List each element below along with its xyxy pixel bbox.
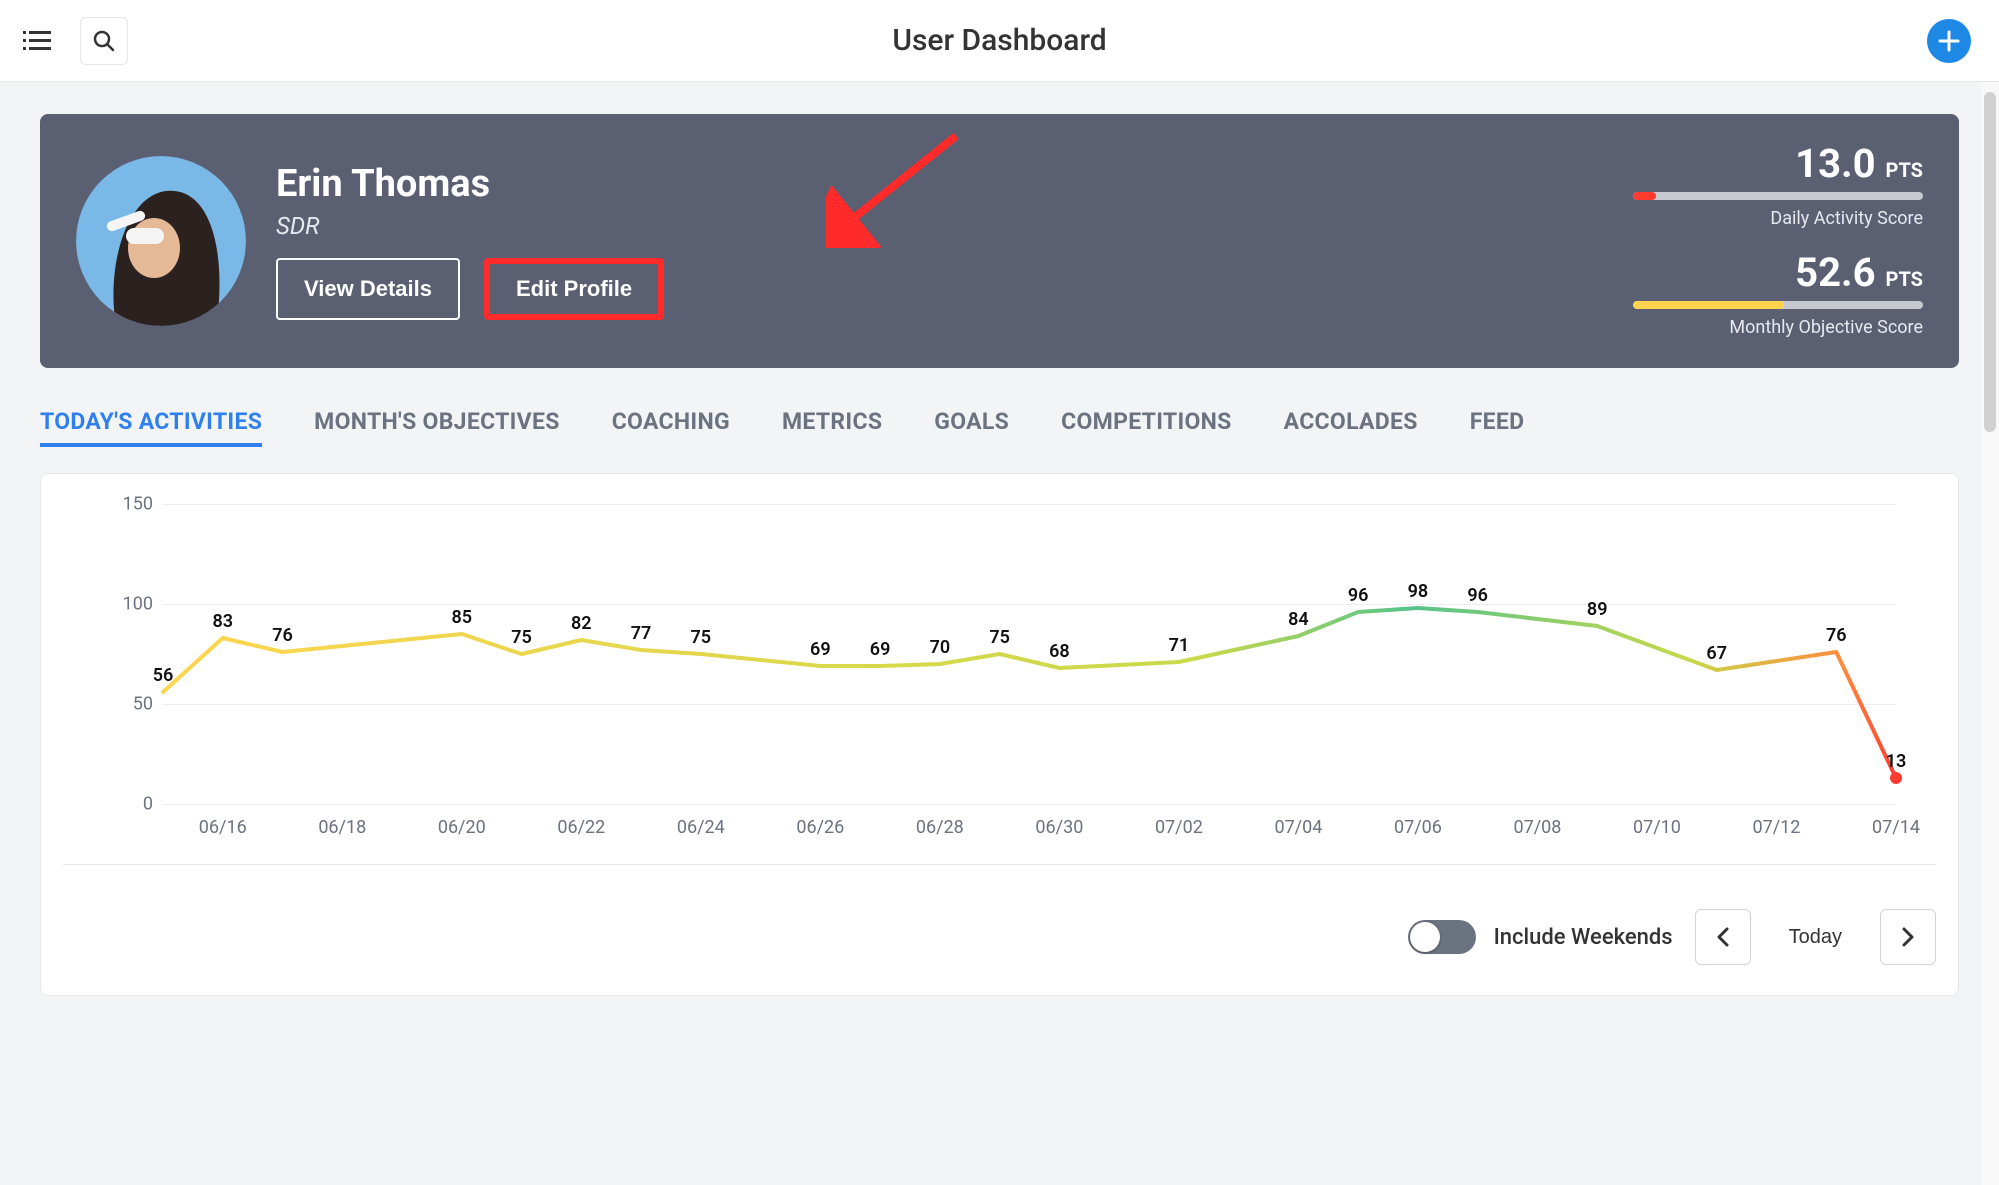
monthly-score-label: Monthly Objective Score — [1633, 317, 1923, 338]
daily-score-unit: PTS — [1886, 158, 1923, 182]
search-button[interactable] — [80, 17, 128, 65]
data-point-label: 96 — [1467, 585, 1488, 606]
tab-coaching[interactable]: COACHING — [612, 408, 730, 447]
include-weekends-label: Include Weekends — [1494, 925, 1673, 950]
data-point-label: 76 — [1826, 625, 1847, 646]
data-point-label: 56 — [153, 665, 174, 686]
tab-accolades[interactable]: ACCOLADES — [1284, 408, 1418, 447]
data-point-label: 82 — [571, 613, 592, 634]
data-point-label: 69 — [810, 639, 831, 660]
y-tick-label: 100 — [113, 594, 153, 615]
score-panel: 13.0 PTS Daily Activity Score 52.6 PTS M… — [1633, 144, 1923, 338]
data-point-label: 89 — [1587, 599, 1608, 620]
tab-goals[interactable]: GOALS — [934, 408, 1009, 447]
monthly-score: 52.6 PTS Monthly Objective Score — [1633, 253, 1923, 338]
search-icon — [93, 30, 115, 52]
tab-competitions[interactable]: COMPETITIONS — [1061, 408, 1232, 447]
activity-chart: 05010015006/1606/1806/2006/2206/2406/260… — [63, 504, 1936, 834]
y-tick-label: 50 — [113, 694, 153, 715]
data-point-label: 76 — [272, 625, 293, 646]
tab-metrics[interactable]: METRICS — [782, 408, 882, 447]
data-point-label: 70 — [930, 637, 951, 658]
daily-score-value: 13.0 — [1795, 140, 1875, 187]
user-role: SDR — [276, 212, 664, 240]
monthly-score-bar — [1633, 301, 1923, 309]
today-button[interactable]: Today — [1769, 909, 1862, 965]
chevron-right-icon — [1900, 927, 1916, 947]
page-title: User Dashboard — [892, 23, 1106, 58]
next-button[interactable] — [1880, 909, 1936, 965]
avatar — [76, 156, 246, 326]
data-point-label: 69 — [870, 639, 891, 660]
add-button[interactable] — [1927, 19, 1971, 63]
tab-month-s-objectives[interactable]: MONTH'S OBJECTIVES — [314, 408, 560, 447]
view-details-button[interactable]: View Details — [276, 258, 460, 320]
monthly-score-value: 52.6 — [1795, 249, 1875, 296]
scrollbar[interactable] — [1981, 82, 1999, 1185]
y-tick-label: 0 — [113, 794, 153, 815]
user-name: Erin Thomas — [276, 162, 664, 206]
data-point-label: 75 — [511, 627, 532, 648]
data-point-label: 85 — [451, 607, 472, 628]
tab-bar: TODAY'S ACTIVITIES MONTH'S OBJECTIVES COAC… — [40, 408, 1959, 447]
data-point-label: 96 — [1348, 585, 1369, 606]
data-point-label: 13 — [1886, 751, 1907, 772]
include-weekends-toggle[interactable] — [1408, 920, 1476, 954]
prev-button[interactable] — [1695, 909, 1751, 965]
data-point-label: 68 — [1049, 641, 1070, 662]
plus-icon — [1938, 30, 1960, 52]
edit-profile-button[interactable]: Edit Profile — [484, 258, 664, 320]
menu-icon[interactable] — [22, 26, 52, 56]
top-bar: User Dashboard — [0, 0, 1999, 82]
activities-card: 05010015006/1606/1806/2006/2206/2406/260… — [40, 473, 1959, 996]
daily-score-bar — [1633, 192, 1923, 200]
tab-feed[interactable]: FEED — [1470, 408, 1525, 447]
data-point-label: 75 — [989, 627, 1010, 648]
data-point-label: 71 — [1169, 635, 1190, 656]
annotation-arrow-icon — [826, 128, 966, 248]
data-point-label: 67 — [1706, 643, 1727, 664]
data-point-label: 83 — [212, 611, 233, 632]
data-point-label: 77 — [631, 623, 652, 644]
data-point-label: 75 — [691, 627, 712, 648]
monthly-score-unit: PTS — [1886, 267, 1923, 291]
page-body: Erin Thomas SDR View Details Edit Profil… — [0, 82, 1999, 1185]
chevron-left-icon — [1715, 927, 1731, 947]
tab-today-s-activities[interactable]: TODAY'S ACTIVITIES — [40, 408, 262, 447]
data-point-label: 98 — [1408, 581, 1429, 602]
daily-score: 13.0 PTS Daily Activity Score — [1633, 144, 1923, 229]
scrollbar-thumb[interactable] — [1984, 92, 1996, 432]
toggle-knob — [1410, 922, 1440, 952]
daily-score-label: Daily Activity Score — [1633, 208, 1923, 229]
user-hero: Erin Thomas SDR View Details Edit Profil… — [40, 114, 1959, 368]
data-point-label: 84 — [1288, 609, 1309, 630]
y-tick-label: 150 — [113, 494, 153, 515]
